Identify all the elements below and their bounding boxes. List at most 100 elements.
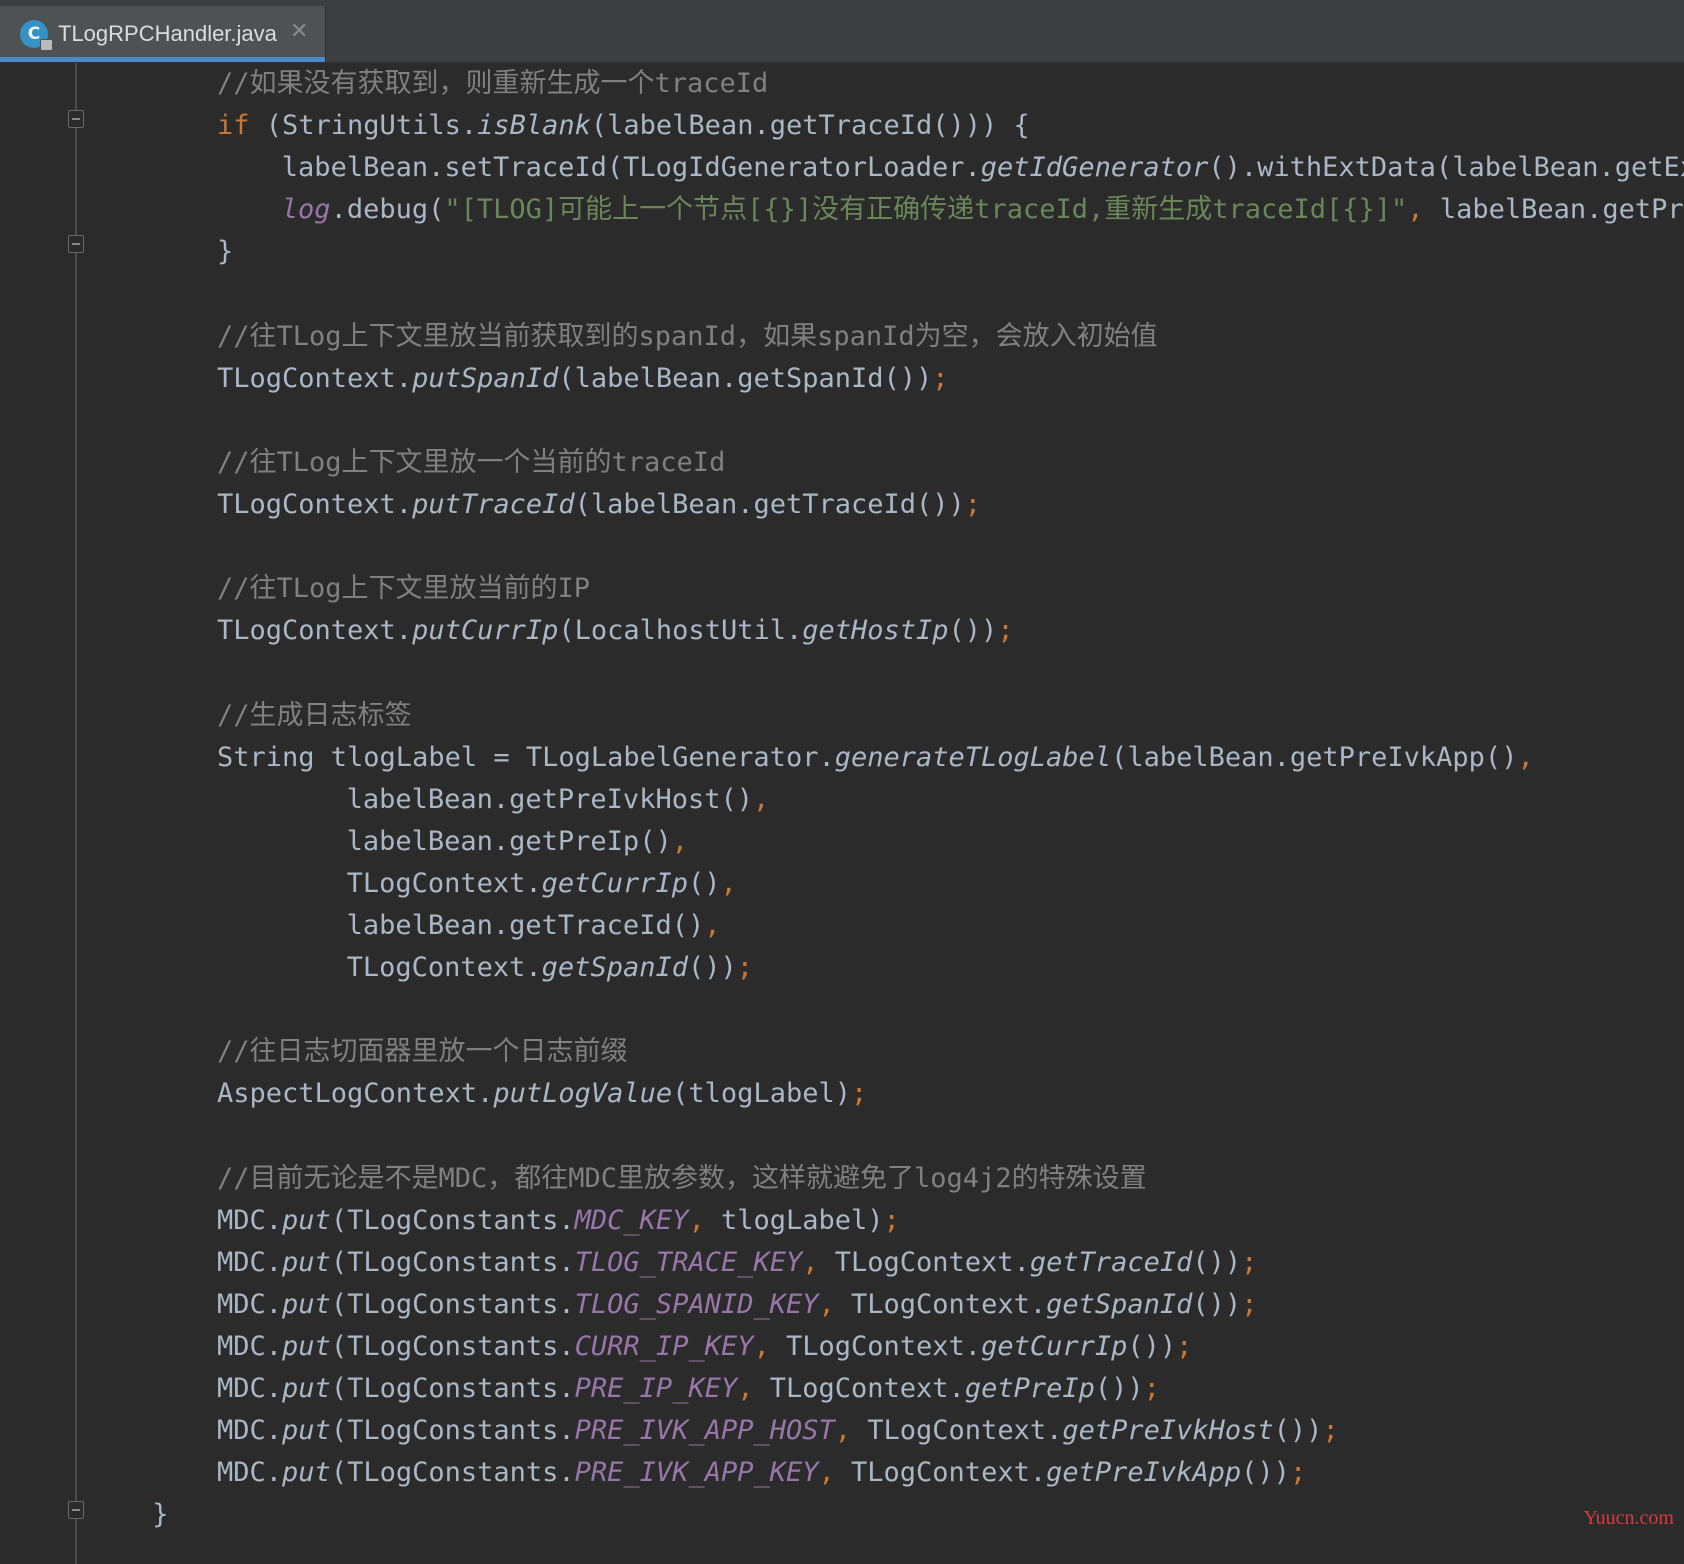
code-line[interactable]: //往TLog上下文里放当前获取到的spanId，如果spanId为空，会放入初… [217,316,1158,358]
code-token: getPreIvkApp [1046,1457,1242,1489]
code-token: (StringUtils. [249,110,478,142]
code-line[interactable]: labelBean.getPreIp(), [347,821,688,863]
code-token: TLogContext. [217,615,413,647]
code-line[interactable]: //往TLog上下文里放一个当前的traceId [217,442,725,484]
code-token: getHostIp [802,615,949,647]
code-line[interactable]: MDC.put(TLogConstants.TLOG_TRACE_KEY, TL… [217,1242,1257,1284]
code-token: (labelBean.getPreIvkApp() [1111,741,1518,773]
code-token: TLOG_SPANID_KEY [574,1288,819,1320]
close-icon[interactable]: ✕ [290,19,308,44]
code-line[interactable]: //如果没有获取到，则重新生成一个traceId [217,63,768,105]
code-token: ; [1289,1457,1307,1489]
code-token: TLogContext. [834,1288,1047,1320]
code-token: .debug( [330,194,445,226]
code-token: getPreIp [964,1373,1095,1405]
code-line[interactable]: //往TLog上下文里放当前的IP [217,568,590,610]
fold-marker-icon[interactable] [68,1501,84,1519]
code-token: TLOG_TRACE_KEY [574,1246,803,1278]
code-line[interactable]: MDC.put(TLogConstants.MDC_KEY, tlogLabel… [217,1200,900,1242]
tab-tlogrpchandler[interactable]: C TLogRPCHandler.java ✕ [0,6,326,62]
code-token: getIdGenerator [980,152,1209,184]
code-line[interactable]: MDC.put(TLogConstants.TLOG_SPANID_KEY, T… [217,1284,1257,1326]
code-token: , [704,910,721,941]
code-token: //往TLog上下文里放当前的IP [217,573,591,605]
lock-icon [40,39,53,51]
code-token: ()) [1192,1246,1242,1278]
code-token: TLogContext. [217,362,413,394]
code-token: put [282,1415,331,1447]
code-token: MDC. [217,1415,283,1447]
code-line[interactable]: labelBean.getTraceId(), [347,905,721,947]
code-editor[interactable]: //如果没有获取到，则重新生成一个traceId if (StringUtils.… [0,63,1684,1564]
code-token: ; [1322,1415,1339,1447]
code-line[interactable]: //往日志切面器里放一个日志前缀 [217,1031,628,1073]
code-line[interactable]: TLogContext.getSpanId()); [347,947,753,989]
code-token: , [671,825,688,857]
code-token: TLogContext. [346,952,542,984]
code-token: ()) [1273,1415,1323,1447]
code-line[interactable]: //目前无论是不是MDC，都往MDC里放参数，这样就避免了log4j2的特殊设置 [217,1158,1147,1200]
code-token: (TLogConstants. [330,1246,575,1278]
code-token: , [753,1331,770,1362]
code-token: (labelBean.getTraceId())) { [590,110,1030,142]
code-line[interactable]: } [152,1494,168,1536]
code-token: ()) [687,952,737,984]
code-line[interactable]: TLogContext.putSpanId(labelBean.getSpanI… [217,358,949,400]
code-line[interactable]: if (StringUtils.isBlank(labelBean.getTra… [217,105,1030,147]
code-token: TLogContext. [769,1331,982,1362]
code-token: ; [1241,1288,1258,1320]
code-line[interactable]: TLogContext.putCurrIp(LocalhostUtil.getH… [217,610,1014,652]
code-token: TLogContext. [346,867,542,899]
fold-guide [75,63,77,1564]
code-line[interactable]: MDC.put(TLogConstants.CURR_IP_KEY, TLogC… [217,1326,1192,1368]
code-token: getTraceId [1029,1246,1193,1278]
code-token: MDC_KEY [574,1204,689,1236]
code-token: getPreIvkHost [1062,1415,1274,1447]
code-token: AspectLogContext. [217,1078,494,1110]
code-line[interactable]: MDC.put(TLogConstants.PRE_IP_KEY, TLogCo… [217,1368,1160,1410]
code-token: ; [932,362,949,394]
code-line[interactable]: labelBean.setTraceId(TLogIdGeneratorLoad… [282,147,1684,189]
fold-marker-icon[interactable] [68,110,84,128]
code-token: //往TLog上下文里放当前获取到的spanId，如果spanId为空，会放入初… [217,320,1158,352]
code-token: ()) [1127,1331,1177,1362]
code-token: tlogLabel) [704,1204,884,1236]
code-line[interactable]: log.debug("[TLOG]可能上一个节点[{}]没有正确传递traceI… [282,189,1684,231]
code-line[interactable]: String tlogLabel = TLogLabelGenerator.ge… [217,737,1534,779]
code-token: (TLogConstants. [330,1415,575,1447]
code-token: labelBean.getPreIvkApp() [1439,194,1684,226]
code-line[interactable]: AspectLogContext.putLogValue(tlogLabel); [217,1073,867,1115]
code-token: ()) [1241,1457,1290,1489]
fold-marker-icon[interactable] [68,235,84,253]
code-line[interactable]: //生成日志标签 [217,695,412,737]
code-token: putTraceId [412,489,575,520]
code-token: ; [997,615,1014,647]
code-line[interactable]: TLogContext.getCurrIp(), [347,863,737,905]
code-token: } [152,1499,169,1531]
code-token: getCurrIp [541,867,688,899]
code-line[interactable]: TLogContext.putTraceId(labelBean.getTrac… [217,484,981,526]
code-token: //如果没有获取到，则重新生成一个traceId [217,68,769,99]
code-token: getCurrIp [981,1331,1128,1362]
code-token: put [282,1331,331,1362]
code-token: ; [964,489,982,520]
code-token: , [1407,194,1424,226]
code-token: MDC. [217,1457,283,1489]
code-token: labelBean.getPreIvkHost() [346,783,753,815]
code-token: , [737,1373,754,1405]
code-token: put [282,1288,331,1320]
code-token: if [217,110,250,142]
code-token: CURR_IP_KEY [574,1331,754,1362]
code-token: //目前无论是不是MDC，都往MDC里放参数，这样就避免了log4j2的特殊设置 [217,1162,1147,1194]
code-token: (labelBean.getTraceId()) [574,489,965,520]
code-token: put [282,1373,331,1405]
code-line[interactable]: } [217,231,233,273]
code-token: (TLogConstants. [330,1288,575,1320]
code-token: log [281,194,331,226]
code-token: getSpanId [541,952,688,984]
code-line[interactable]: MDC.put(TLogConstants.PRE_IVK_APP_HOST, … [217,1410,1339,1452]
code-token: (TLogConstants. [330,1331,575,1362]
code-line[interactable]: MDC.put(TLogConstants.PRE_IVK_APP_KEY, T… [217,1452,1306,1494]
code-token: generateTLogLabel [834,741,1112,773]
code-line[interactable]: labelBean.getPreIvkHost(), [347,779,770,821]
